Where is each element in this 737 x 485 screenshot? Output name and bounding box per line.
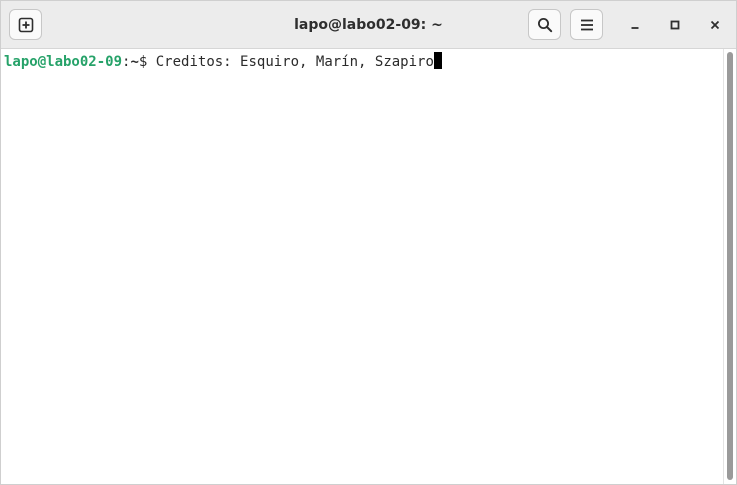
prompt-symbol: $	[138, 54, 156, 70]
minimize-icon	[631, 27, 639, 29]
prompt-line: lapo@labo02-09:~$ Creditos: Esquiro, Mar…	[4, 52, 442, 71]
header-bar: lapo@labo02-09: ~	[1, 1, 736, 49]
text-cursor	[433, 52, 442, 69]
search-button[interactable]	[528, 9, 561, 40]
menu-button[interactable]	[570, 9, 603, 40]
search-icon	[537, 17, 552, 32]
scrollbar-thumb[interactable]	[727, 52, 733, 480]
new-tab-button[interactable]	[9, 9, 42, 40]
prompt-path: ~	[130, 54, 139, 70]
command-text: Creditos: Esquiro, Marín, Szapiro	[155, 54, 434, 70]
close-icon	[710, 20, 720, 30]
close-button[interactable]	[703, 13, 727, 37]
prompt-user-host: lapo@labo02-09	[4, 54, 123, 70]
new-tab-plus-icon	[18, 17, 33, 32]
maximize-button[interactable]	[663, 13, 687, 37]
maximize-icon	[670, 20, 680, 30]
hamburger-menu-icon	[580, 19, 593, 30]
terminal-output-area[interactable]: lapo@labo02-09:~$ Creditos: Esquiro, Mar…	[1, 49, 723, 484]
terminal-window: lapo@labo02-09: ~ lapo@labo02-09:~$ Cred…	[0, 0, 737, 485]
minimize-button[interactable]	[623, 13, 647, 37]
window-title: lapo@labo02-09: ~	[294, 17, 443, 33]
vertical-scrollbar[interactable]	[723, 49, 736, 484]
